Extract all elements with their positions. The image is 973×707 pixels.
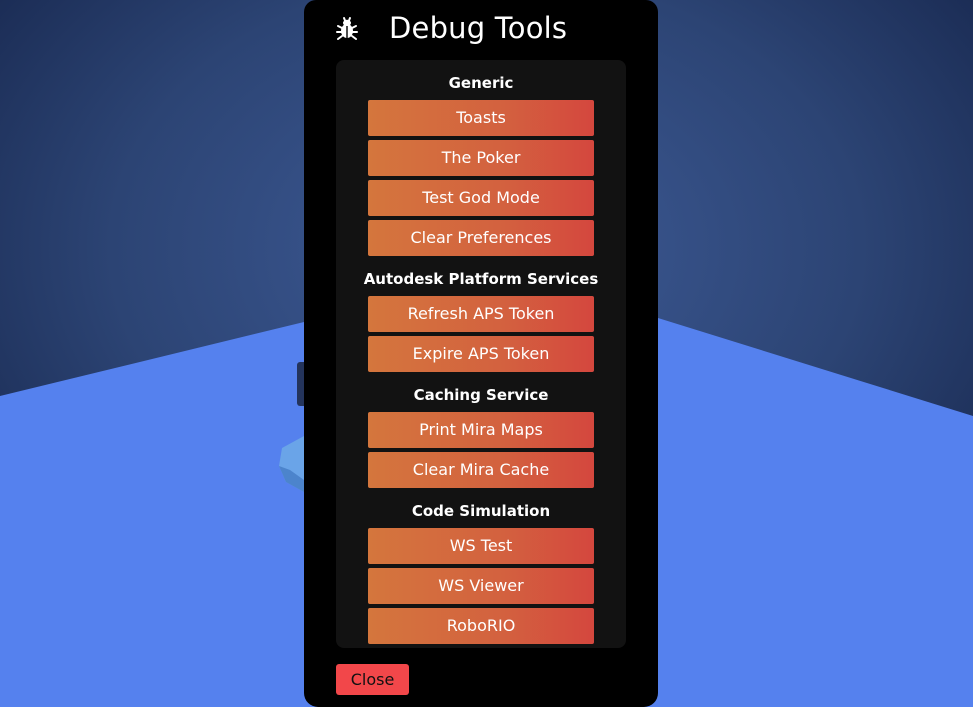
- section-title-code-simulation: Code Simulation: [411, 502, 551, 520]
- close-button[interactable]: Close: [336, 664, 409, 695]
- debug-tools-modal: Debug Tools Generic Toasts The Poker Tes…: [304, 0, 658, 707]
- expire-aps-token-button[interactable]: Expire APS Token: [368, 336, 594, 372]
- ws-viewer-button[interactable]: WS Viewer: [368, 568, 594, 604]
- toasts-button[interactable]: Toasts: [368, 100, 594, 136]
- debug-options-panel[interactable]: Generic Toasts The Poker Test God Mode C…: [336, 60, 626, 648]
- ws-test-button[interactable]: WS Test: [368, 528, 594, 564]
- roborio-button[interactable]: RoboRIO: [368, 608, 594, 644]
- clear-preferences-button[interactable]: Clear Preferences: [368, 220, 594, 256]
- clear-mira-cache-button[interactable]: Clear Mira Cache: [368, 452, 594, 488]
- section-title-aps: Autodesk Platform Services: [363, 270, 599, 288]
- the-poker-button[interactable]: The Poker: [368, 140, 594, 176]
- refresh-aps-token-button[interactable]: Refresh APS Token: [368, 296, 594, 332]
- modal-title: Debug Tools: [389, 11, 568, 45]
- test-god-mode-button[interactable]: Test God Mode: [368, 180, 594, 216]
- print-mira-maps-button[interactable]: Print Mira Maps: [368, 412, 594, 448]
- section-title-caching: Caching Service: [413, 386, 549, 404]
- bug-icon: [336, 17, 358, 40]
- modal-header: Debug Tools: [304, 0, 658, 58]
- section-title-generic: Generic: [448, 74, 514, 92]
